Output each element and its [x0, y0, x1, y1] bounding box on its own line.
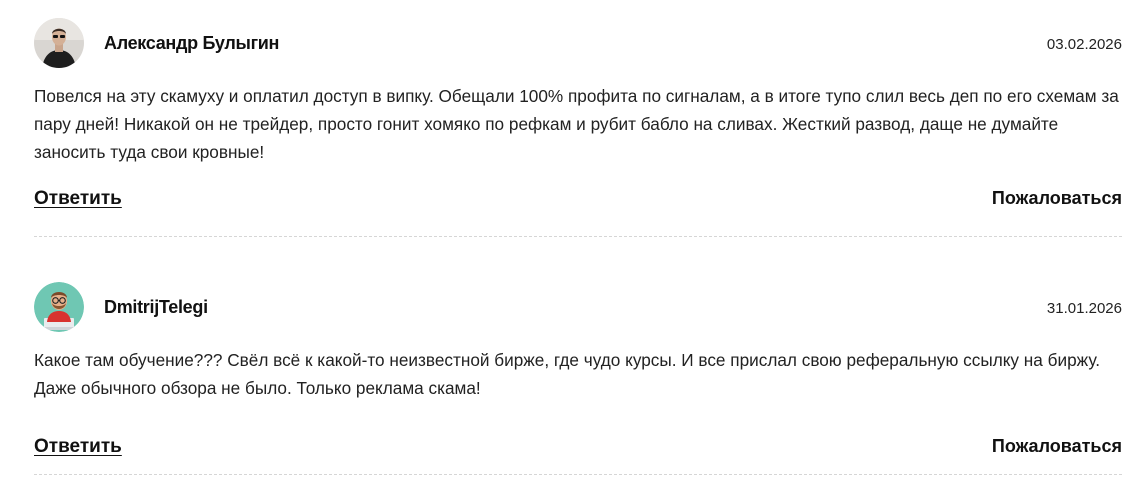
comment-header: Александр Булыгин 03.02.2026: [34, 18, 1122, 68]
avatar: [34, 282, 84, 332]
comment-item: Александр Булыгин 03.02.2026 Повелся на …: [34, 18, 1122, 218]
comment-text: Повелся на эту скамуху и оплатил доступ …: [34, 86, 1119, 162]
comment-header: DmitrijTelegi 31.01.2026: [34, 282, 1122, 332]
comment-text: Какое там обучение??? Свёл всё к какой-т…: [34, 350, 1100, 398]
reply-link[interactable]: Ответить: [34, 436, 122, 458]
comment-actions: Ответить Пожаловаться: [34, 188, 1122, 218]
comment-author: Александр Булыгин: [104, 33, 280, 53]
comment-divider: [34, 236, 1122, 237]
comment-date: 03.02.2026: [1046, 36, 1122, 53]
report-button[interactable]: Пожаловаться: [992, 188, 1122, 209]
comment-author: DmitrijTelegi: [104, 297, 208, 317]
comment-divider: [34, 474, 1122, 475]
comment-actions: Ответить Пожаловаться: [34, 436, 1122, 466]
reply-link[interactable]: Ответить: [34, 188, 122, 210]
avatar: [34, 18, 84, 68]
report-button[interactable]: Пожаловаться: [992, 436, 1122, 457]
comment-item: DmitrijTelegi 31.01.2026 Какое там обуче…: [34, 282, 1122, 466]
comment-date: 31.01.2026: [1046, 300, 1122, 317]
